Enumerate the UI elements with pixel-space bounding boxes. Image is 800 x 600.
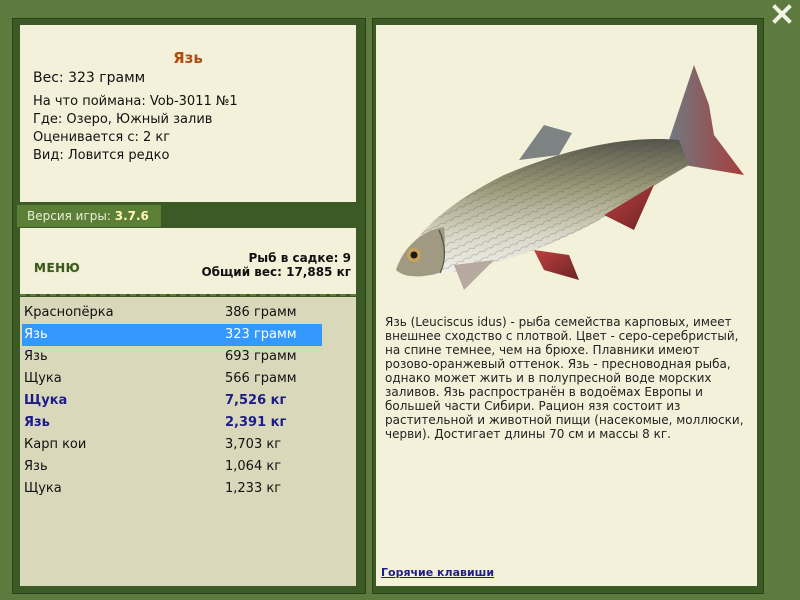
list-item-name: Язь <box>24 459 48 474</box>
list-item-name: Щука <box>24 393 68 408</box>
menu-button[interactable]: МЕНЮ <box>34 261 80 275</box>
list-item-selected[interactable]: Язь 323 грамм <box>22 324 322 346</box>
list-item-trophy[interactable]: Язь 2,391 кг <box>22 412 322 434</box>
list-item-trophy[interactable]: Щука 7,526 кг <box>22 390 322 412</box>
list-item-weight: 693 грамм <box>225 349 297 364</box>
list-item-weight: 1,233 кг <box>225 481 282 496</box>
list-item-name: Щука <box>24 481 62 496</box>
fish-description-card: Язь (Leuciscus idus) - рыба семейства ка… <box>376 25 757 586</box>
list-item-weight: 3,703 кг <box>225 437 282 452</box>
list-item[interactable]: Щука 566 грамм <box>22 368 322 390</box>
list-item[interactable]: Щука 1,233 кг <box>22 478 322 500</box>
close-icon <box>772 4 792 24</box>
list-item-weight: 7,526 кг <box>225 393 287 408</box>
list-item-name: Язь <box>24 349 48 364</box>
fish-title: Язь <box>173 49 203 67</box>
fish-image <box>396 65 744 290</box>
list-item-name: Щука <box>24 371 62 386</box>
menu-stats-area: МЕНЮ Рыб в садке: 9 Общий вес: 17,885 кг <box>20 228 356 294</box>
hotkeys-link[interactable]: Горячие клавиши <box>381 566 494 579</box>
list-item-name: Язь <box>24 327 48 342</box>
list-item-name: Краснопёрка <box>24 305 114 320</box>
fish-weight: Вес: 323 грамм <box>33 70 146 86</box>
list-item-weight: 566 грамм <box>225 371 297 386</box>
fish-count: Рыб в садке: 9 <box>248 251 352 265</box>
catch-stats: Рыб в садке: 9 Общий вес: 17,885 кг <box>201 251 351 279</box>
divider <box>20 294 356 296</box>
fish-description: Язь (Leuciscus idus) - рыба семейства ка… <box>385 315 744 441</box>
fish-details: На что поймана: Vob-3011 №1 Где: Озеро, … <box>33 93 238 165</box>
list-item-weight: 386 грамм <box>225 305 297 320</box>
list-item[interactable]: Краснопёрка 386 грамм <box>22 302 322 324</box>
list-item-weight: 1,064 кг <box>225 459 282 474</box>
list-item[interactable]: Карп кои 3,703 кг <box>22 434 322 456</box>
fish-bait: На что поймана: Vob-3011 №1 <box>33 94 238 109</box>
fish-rated-from: Оценивается с: 2 кг <box>33 130 171 145</box>
close-button[interactable] <box>772 4 792 24</box>
fish-rarity: Вид: Ловится редко <box>33 148 170 163</box>
list-item-name: Карп кои <box>24 437 87 452</box>
catch-list[interactable]: Краснопёрка 386 грамм Язь 323 грамм Язь … <box>20 297 356 586</box>
game-version: Версия игры: 3.7.6 <box>17 205 161 227</box>
list-item-name: Язь <box>24 415 50 430</box>
list-item[interactable]: Язь 1,064 кг <box>22 456 322 478</box>
version-value: 3.7.6 <box>114 209 149 223</box>
list-item-weight: 323 грамм <box>225 327 297 342</box>
list-item-weight: 2,391 кг <box>225 415 287 430</box>
fish-info-card: Язь Вес: 323 грамм На что поймана: Vob-3… <box>20 25 356 202</box>
total-weight: Общий вес: 17,885 кг <box>201 265 351 279</box>
fish-location: Где: Озеро, Южный залив <box>33 112 213 127</box>
list-item[interactable]: Язь 693 грамм <box>22 346 322 368</box>
version-label: Версия игры: <box>27 209 115 223</box>
